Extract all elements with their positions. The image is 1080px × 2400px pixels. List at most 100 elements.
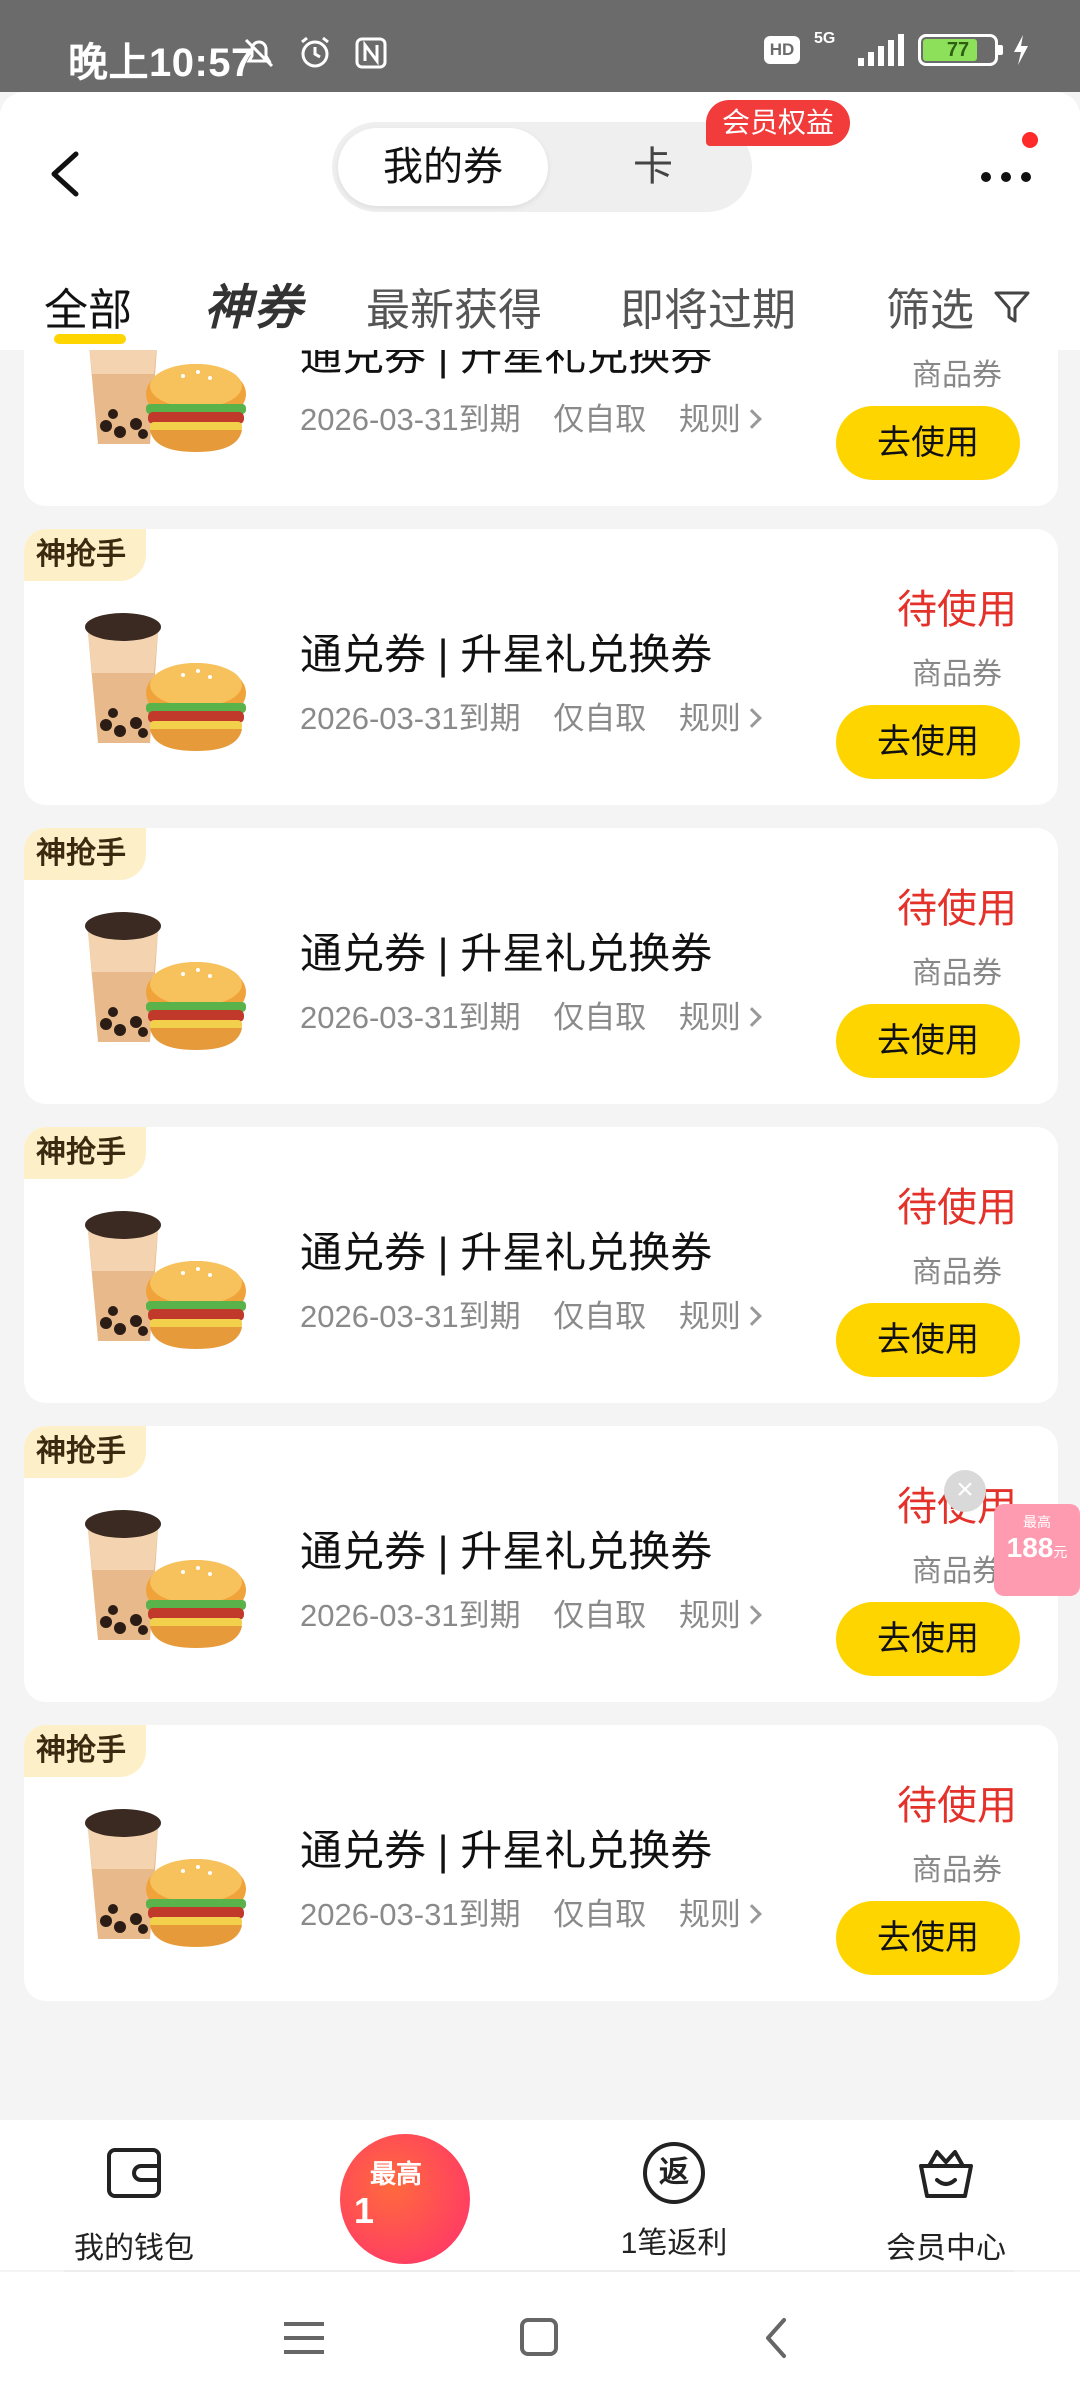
wallet-icon: [107, 2148, 161, 2198]
funnel-icon: [994, 291, 1030, 323]
center-promo-line2: 1: [354, 2190, 375, 2231]
coupon-rules-label: 规则: [678, 1598, 741, 1633]
coupon-card[interactable]: 神抢手 通兑券 | 升星礼兑换券 2026-03-31到期 仅自取 规则 待使用…: [24, 1127, 1058, 1403]
coupon-card[interactable]: 神抢手 通兑券 | 升星礼兑换券 2026-03-31到期 仅自取 规则 待使用…: [24, 1725, 1058, 2001]
filter-screen-label: 筛选: [886, 286, 974, 335]
coupon-rules-link[interactable]: 规则: [678, 1598, 762, 1633]
use-coupon-button[interactable]: 去使用: [836, 1901, 1020, 1975]
filter-all[interactable]: 全部: [44, 274, 132, 338]
milk-tea-burger-image: [89, 350, 246, 452]
coupon-status: 待使用: [897, 1186, 1017, 1230]
center-promo-line1: 最高: [370, 2159, 423, 2189]
back-nav-icon[interactable]: [748, 2316, 808, 2360]
coupon-pickup: 仅自取: [553, 1299, 647, 1334]
network-label: 5G: [814, 30, 836, 47]
nav-rebate-label: 1笔返利: [620, 2227, 728, 2260]
milk-tea-burger-image: [85, 613, 246, 751]
coupon-expiry: 2026-03-31到期: [300, 1299, 521, 1334]
chevron-right-icon: [741, 708, 762, 728]
coupon-type: 商品券: [912, 658, 1002, 691]
page-header: 我的券 卡 会员权益 全部 神券 最新获得 即将过期 筛选: [0, 92, 1080, 350]
nav-member-center[interactable]: 会员中心: [856, 2142, 1036, 2267]
status-bar: 晚上10:57 HD 5G 77: [0, 0, 1080, 92]
coupon-meta: 2026-03-31到期 仅自取 规则: [300, 693, 783, 738]
coupon-card[interactable]: 神抢手 通兑券 | 升星礼兑换券 2026-03-31到期 仅自取 规则 待使用…: [24, 1426, 1058, 1702]
coupon-rules-label: 规则: [678, 1897, 741, 1932]
coupon-card[interactable]: 神抢手 通兑券 | 升星礼兑换券 2026-03-31到期 仅自取 规则 待使用…: [24, 828, 1058, 1104]
charging-icon: [1014, 35, 1028, 65]
promo-amount: 188: [1006, 1532, 1054, 1563]
back-arrow-icon[interactable]: [40, 134, 100, 214]
use-coupon-button[interactable]: 去使用: [836, 705, 1020, 779]
status-icons-left: [240, 34, 390, 72]
coupon-expiry: 2026-03-31到期: [300, 1897, 521, 1932]
coupon-status: 待使用: [897, 887, 1017, 931]
coupon-meta: 2026-03-31到期 仅自取 规则: [300, 394, 783, 439]
nav-rebate[interactable]: 返 1笔返利: [584, 2142, 764, 2262]
bell-off-icon: [244, 38, 274, 68]
coupon-pickup: 仅自取: [553, 1897, 647, 1932]
coupon-title: 通兑券 | 升星礼兑换券: [300, 350, 713, 379]
battery-level: 77: [946, 39, 970, 61]
home-icon[interactable]: [508, 2316, 568, 2360]
nav-wallet[interactable]: 我的钱包: [44, 2142, 224, 2267]
member-benefits-badge[interactable]: 会员权益: [706, 100, 851, 146]
milk-tea-burger-image: [85, 1510, 246, 1648]
coupon-rules-link[interactable]: 规则: [679, 701, 762, 736]
coupon-type: 商品券: [912, 1854, 1002, 1887]
menu-icon[interactable]: [274, 2316, 334, 2360]
nav-member-center-label: 会员中心: [886, 2232, 1006, 2265]
filter-expiring[interactable]: 即将过期: [620, 274, 796, 338]
nfc-icon: [355, 37, 387, 69]
use-coupon-button[interactable]: 去使用: [836, 1602, 1020, 1676]
use-coupon-button[interactable]: 去使用: [836, 1004, 1020, 1078]
coupon-rules-label: 规则: [678, 1299, 741, 1334]
coupon-expiry: 2026-03-31到期: [300, 701, 521, 736]
use-coupon-button[interactable]: 去使用: [836, 1303, 1020, 1377]
coupon-status: 待使用: [897, 1784, 1017, 1828]
chevron-right-icon: [741, 1904, 762, 1924]
coupon-type: 商品券: [912, 1256, 1002, 1289]
chevron-right-icon: [741, 409, 762, 429]
coupon-expiry: 2026-03-31到期: [300, 1000, 521, 1035]
milk-tea-burger-image: [85, 912, 246, 1050]
filter-screen-button[interactable]: 筛选: [886, 274, 1032, 338]
more-options-icon[interactable]: [976, 152, 1036, 202]
chevron-right-icon: [741, 1007, 762, 1027]
coupon-title: 通兑券 | 升星礼兑换券: [300, 1229, 713, 1276]
coupon-list: 神抢手 通兑券 | 升星礼兑换券 2026-03-31到期 仅自取 规则 待使用…: [0, 350, 1080, 2120]
nav-wallet-label: 我的钱包: [74, 2232, 194, 2265]
coupon-pickup: 仅自取: [553, 701, 647, 736]
coupon-type: 商品券: [912, 359, 1002, 392]
coupon-card[interactable]: 神抢手 通兑券 | 升星礼兑换券 2026-03-31到期 仅自取 规则 待使用…: [24, 529, 1058, 805]
coupon-pickup: 仅自取: [553, 1000, 647, 1035]
floating-promo[interactable]: 最高 188元: [994, 1504, 1080, 1596]
coupon-rules-link[interactable]: 规则: [678, 402, 762, 437]
status-time: 晚上10:57: [68, 41, 254, 85]
coupon-rules-link[interactable]: 规则: [678, 1299, 762, 1334]
chevron-right-icon: [741, 1605, 762, 1625]
status-icons-right: HD 5G 77: [764, 30, 1030, 66]
coupon-card[interactable]: 神抢手 通兑券 | 升星礼兑换券 2026-03-31到期 仅自取 规则 待使用…: [24, 350, 1058, 506]
milk-tea-burger-image: [85, 1809, 246, 1947]
segment-control: 我的券 卡: [332, 122, 752, 212]
coupon-pickup: 仅自取: [553, 1598, 647, 1633]
tab-my-coupons[interactable]: 我的券: [338, 128, 548, 206]
signal-icon: 5G: [814, 30, 904, 66]
coupon-rules-label: 规则: [678, 1000, 741, 1035]
filter-shen-coupon[interactable]: 神券: [204, 268, 304, 338]
crown-basket-icon: [919, 2150, 973, 2198]
filter-newest[interactable]: 最新获得: [366, 274, 542, 338]
close-promo-icon[interactable]: ×: [944, 1470, 986, 1512]
coupon-rules-label: 规则: [678, 402, 741, 437]
coupon-rules-link[interactable]: 规则: [678, 1897, 762, 1932]
coupon-meta: 2026-03-31到期 仅自取 规则: [300, 1590, 783, 1635]
bottom-nav: 我的钱包 最高 1 返 1笔返利 会员中心: [0, 2120, 1080, 2270]
coupon-meta: 2026-03-31到期 仅自取 规则: [300, 1889, 783, 1934]
milk-tea-burger-image: [85, 1211, 246, 1349]
use-coupon-button[interactable]: 去使用: [836, 406, 1020, 480]
coupon-rules-link[interactable]: 规则: [678, 1000, 762, 1035]
center-promo-button[interactable]: 最高 1: [340, 2134, 470, 2264]
coupon-title: 通兑券 | 升星礼兑换券: [300, 1827, 713, 1874]
notification-dot: [1022, 132, 1038, 148]
